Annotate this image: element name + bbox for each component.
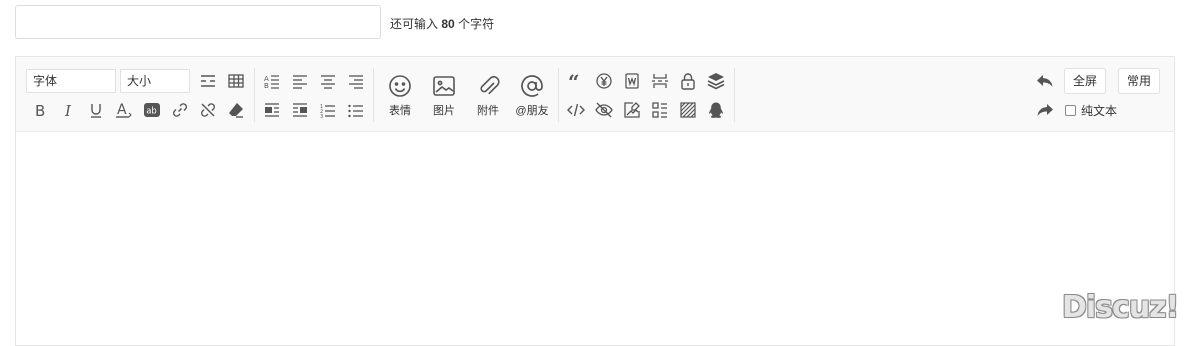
svg-text:B: B [35,102,45,119]
page-break-icon[interactable] [649,70,671,92]
paragraph-icon[interactable]: AB [261,70,283,92]
unordered-list-icon[interactable] [345,99,367,121]
editor: 字体 大小 B I A ab A B 1 2 3 表情 图片 附件 @朋友 “ … [15,56,1175,346]
plain-text-label: 纯文本 [1081,104,1118,118]
image-button[interactable]: 图片 [422,73,466,118]
svg-text:ab: ab [146,107,157,117]
remain-prefix: 还可输入 [390,17,439,31]
paperclip-icon [480,76,500,95]
attach-button[interactable]: 附件 [466,73,510,118]
svg-text:I: I [64,102,72,119]
table-icon[interactable] [225,70,247,92]
money-icon[interactable] [593,70,615,92]
quote-icon[interactable]: “ [565,70,587,92]
svg-text:“: “ [568,72,580,90]
unlink-icon[interactable] [197,99,219,121]
ordered-list-icon[interactable]: 123 [317,99,339,121]
plain-text-toggle[interactable]: 纯文本 [1065,102,1117,119]
char-remaining: 还可输入 80 个字符 [390,15,494,32]
subject-input[interactable] [15,5,381,39]
bold-icon[interactable]: B [29,99,51,121]
undo-icon[interactable] [1034,70,1056,92]
remain-suffix: 个字符 [458,17,495,31]
eraser-icon[interactable] [225,99,247,121]
code-icon[interactable] [565,99,587,121]
at-friend-button[interactable]: @朋友 [510,73,554,118]
remain-count: 80 [441,17,455,31]
toolbar-separator [373,68,374,122]
font-select[interactable]: 字体 [26,69,116,93]
smiley-icon [389,75,411,97]
horizontal-rule-icon[interactable] [197,70,219,92]
editor-content-area[interactable] [16,132,1174,345]
hatch-pattern-icon[interactable] [677,99,699,121]
layers-icon[interactable] [705,70,727,92]
qq-icon[interactable] [705,99,727,121]
text-color-icon[interactable]: A [113,99,135,121]
toolbar-separator [734,68,735,122]
toolbar-separator [558,68,559,122]
align-center-icon[interactable] [317,70,339,92]
image-label: 图片 [433,105,455,117]
lock-icon[interactable] [677,70,699,92]
editor-toolbar: 字体 大小 B I A ab A B 1 2 3 表情 图片 附件 @朋友 “ … [16,57,1174,132]
at-friend-label: @朋友 [515,105,549,117]
svg-text:A: A [117,102,127,118]
toolbar-separator [254,68,255,122]
discuz-logo: Discuz! [1062,290,1179,325]
at-icon [521,75,543,97]
svg-text:B: B [264,82,269,90]
background-color-icon[interactable]: ab [141,99,163,121]
fullscreen-button[interactable]: 全屏 [1064,68,1107,94]
align-left-icon[interactable] [289,70,311,92]
list-box-icon[interactable] [649,99,671,121]
size-select[interactable]: 大小 [120,69,190,93]
italic-icon[interactable]: I [57,99,79,121]
align-right-icon[interactable] [345,70,367,92]
plain-text-checkbox[interactable] [1065,105,1076,116]
float-left-icon[interactable] [261,99,283,121]
smiley-label: 表情 [389,105,411,117]
redo-icon[interactable] [1034,99,1056,121]
svg-text:3: 3 [320,114,323,119]
float-right-icon[interactable] [289,99,311,121]
link-icon[interactable] [169,99,191,121]
smiley-button[interactable]: 表情 [378,73,422,118]
word-doc-icon[interactable] [621,70,643,92]
image-icon [433,76,455,96]
common-button[interactable]: 常用 [1118,68,1161,94]
attach-label: 附件 [477,105,499,117]
underline-icon[interactable] [85,99,107,121]
hide-icon[interactable] [593,99,615,121]
image-edit-icon[interactable] [621,99,643,121]
